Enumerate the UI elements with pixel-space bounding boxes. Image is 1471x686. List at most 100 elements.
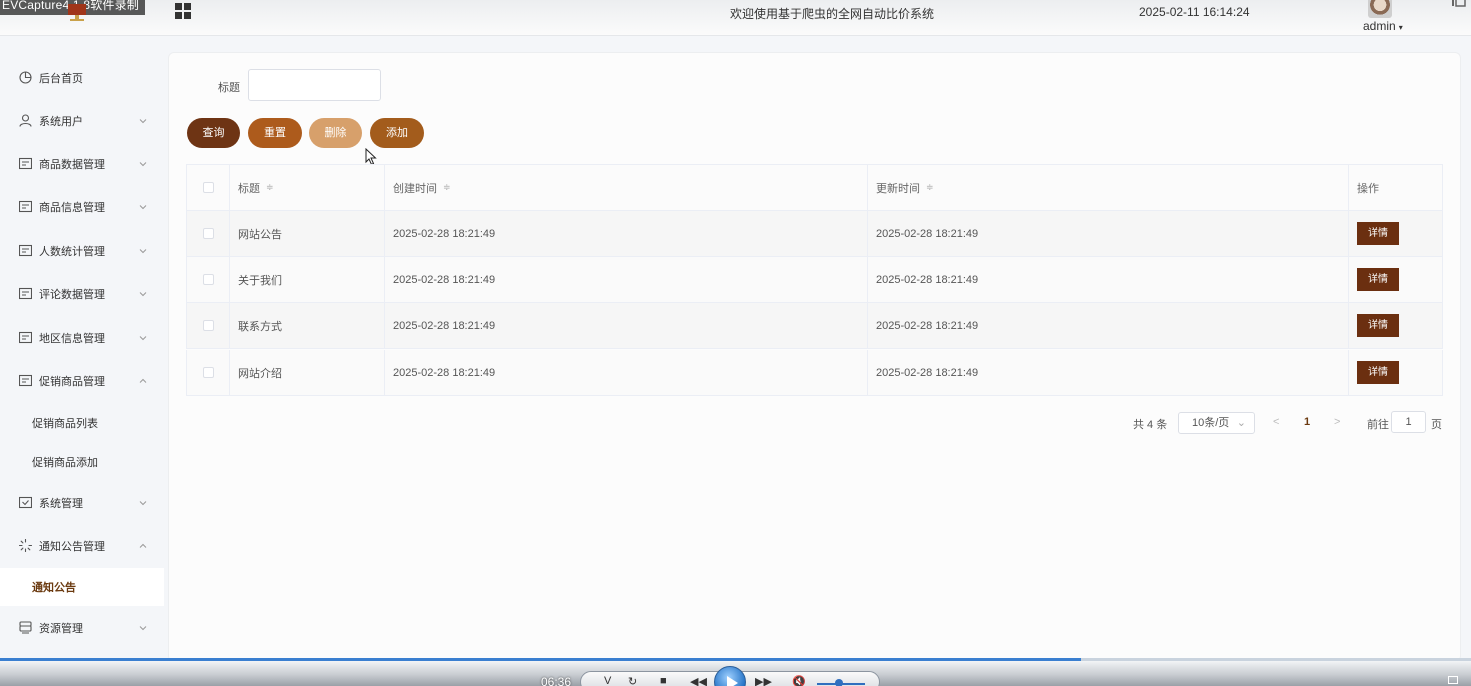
sidebar-subitem-label: 促销商品列表 bbox=[32, 418, 98, 430]
reset-button[interactable]: 重置 bbox=[248, 118, 302, 148]
current-datetime: 2025-02-11 16:14:24 bbox=[1139, 5, 1250, 19]
sidebar-item-system-users[interactable]: 系统用户 bbox=[0, 101, 164, 141]
stop-icon[interactable]: ■ bbox=[660, 675, 667, 686]
pagination-total: 共 4 条 bbox=[1133, 419, 1168, 431]
chevron-down-icon bbox=[139, 205, 147, 210]
next-page-button[interactable]: > bbox=[1334, 416, 1340, 428]
chevron-down-icon bbox=[139, 336, 147, 341]
list-icon bbox=[19, 244, 32, 257]
row-checkbox[interactable] bbox=[202, 320, 214, 331]
title-cell: 网站公告 bbox=[230, 211, 385, 256]
select-cell bbox=[186, 211, 230, 256]
search-label: 标题 bbox=[218, 82, 240, 94]
title-cell: 关于我们 bbox=[230, 257, 385, 302]
sidebar-item-label: 系统用户 bbox=[39, 116, 83, 128]
header-updated-cell[interactable]: 更新时间 ≑ bbox=[868, 165, 1349, 210]
select-all-checkbox[interactable] bbox=[202, 182, 214, 193]
column-header-label: 标题 bbox=[238, 182, 260, 195]
sidebar-item-label: 地区信息管理 bbox=[39, 333, 105, 345]
sidebar-item-notice-management[interactable]: 通知公告管理 bbox=[0, 526, 164, 566]
mute-icon[interactable]: 🔇 bbox=[792, 675, 806, 686]
list-icon bbox=[19, 331, 32, 344]
sidebar-item-product-data[interactable]: 商品数据管理 bbox=[0, 144, 164, 184]
sidebar-item-label: 促销商品管理 bbox=[39, 376, 105, 388]
menu-toggle-icon[interactable] bbox=[175, 3, 191, 19]
header-action-cell: 操作 bbox=[1349, 165, 1443, 210]
fullscreen-icon[interactable] bbox=[1448, 676, 1458, 684]
action-cell: 详情 bbox=[1349, 257, 1443, 302]
sidebar-item-label: 通知公告管理 bbox=[39, 541, 105, 553]
avatar[interactable] bbox=[1368, 0, 1392, 18]
table-row: 网站公告 2025-02-28 18:21:49 2025-02-28 18:2… bbox=[186, 211, 1443, 257]
chevron-down-icon bbox=[139, 626, 147, 631]
volume-knob[interactable] bbox=[834, 679, 843, 686]
sidebar-subitem-promo-list[interactable]: 促销商品列表 bbox=[0, 404, 164, 442]
sidebar-item-headcount-stats[interactable]: 人数统计管理 bbox=[0, 231, 164, 271]
updated-cell: 2025-02-28 18:21:49 bbox=[868, 257, 1349, 302]
row-checkbox[interactable] bbox=[202, 228, 214, 239]
sidebar-item-label: 系统管理 bbox=[39, 498, 83, 510]
chevron-down-icon bbox=[139, 119, 147, 124]
sidebar-item-promo-products[interactable]: 促销商品管理 bbox=[0, 361, 164, 401]
list-icon bbox=[19, 157, 32, 170]
row-checkbox[interactable] bbox=[202, 274, 214, 285]
sidebar-item-region-info[interactable]: 地区信息管理 bbox=[0, 318, 164, 358]
sidebar-item-system-management[interactable]: 系统管理 bbox=[0, 483, 164, 523]
sidebar-item-dashboard[interactable]: 后台首页 bbox=[0, 58, 164, 98]
created-cell: 2025-02-28 18:21:49 bbox=[385, 350, 868, 395]
window-control-icon[interactable] bbox=[1452, 0, 1466, 8]
check-box-icon bbox=[19, 496, 32, 509]
sort-icon[interactable]: ≑ bbox=[926, 183, 934, 192]
sidebar-subitem-promo-add[interactable]: 促销商品添加 bbox=[0, 443, 164, 481]
sidebar-item-product-info[interactable]: 商品信息管理 bbox=[0, 187, 164, 227]
title-search-input[interactable] bbox=[248, 69, 381, 101]
row-checkbox[interactable] bbox=[202, 367, 214, 378]
updated-cell: 2025-02-28 18:21:49 bbox=[868, 350, 1349, 395]
sort-icon[interactable]: ≑ bbox=[443, 183, 451, 192]
sidebar-subitem-label: 促销商品添加 bbox=[32, 457, 98, 469]
sidebar-item-label: 资源管理 bbox=[39, 623, 83, 635]
chevron-down-icon bbox=[139, 249, 147, 254]
sidebar-subitem-notice[interactable]: 通知公告 bbox=[0, 568, 164, 606]
chevron-up-icon bbox=[139, 543, 147, 548]
action-cell: 详情 bbox=[1349, 211, 1443, 256]
delete-button[interactable]: 删除 bbox=[309, 118, 362, 148]
column-header-label: 操作 bbox=[1357, 182, 1379, 195]
speed-icon[interactable]: V bbox=[604, 675, 611, 686]
header-created-cell[interactable]: 创建时间 ≑ bbox=[385, 165, 868, 210]
table-row: 关于我们 2025-02-28 18:21:49 2025-02-28 18:2… bbox=[186, 257, 1443, 303]
sidebar: 后台首页 系统用户 商品数据管理 商品信息管理 人数统计管理 评论数据管理 地区… bbox=[0, 36, 164, 658]
detail-button[interactable]: 详情 bbox=[1357, 361, 1399, 384]
page-size-value: 10条/页 bbox=[1192, 417, 1230, 429]
chevron-down-icon: ⌄ bbox=[1236, 417, 1246, 429]
welcome-text: 欢迎使用基于爬虫的全网自动比价系统 bbox=[730, 7, 935, 21]
title-cell: 联系方式 bbox=[230, 303, 385, 348]
page-size-select[interactable]: 10条/页 ⌄ bbox=[1178, 412, 1255, 434]
detail-button[interactable]: 详情 bbox=[1357, 268, 1399, 291]
chevron-down-icon: ▾ bbox=[1398, 23, 1403, 32]
loading-icon bbox=[19, 539, 32, 552]
dashboard-icon bbox=[19, 71, 32, 84]
user-menu[interactable]: admin ▾ bbox=[1363, 19, 1403, 33]
chevron-down-icon bbox=[139, 501, 147, 506]
goto-page-input[interactable] bbox=[1391, 411, 1426, 433]
play-icon[interactable] bbox=[714, 666, 746, 686]
query-button[interactable]: 查询 bbox=[187, 118, 240, 148]
fast-forward-icon[interactable]: ▶▶ bbox=[755, 675, 772, 686]
detail-button[interactable]: 详情 bbox=[1357, 222, 1399, 245]
rewind-icon[interactable]: ◀◀ bbox=[690, 675, 707, 686]
sidebar-item-resource-management[interactable]: 资源管理 bbox=[0, 608, 164, 648]
page-number-current[interactable]: 1 bbox=[1304, 416, 1310, 428]
sort-icon[interactable]: ≑ bbox=[266, 183, 274, 192]
prev-page-button[interactable]: < bbox=[1273, 416, 1279, 428]
list-icon bbox=[19, 287, 32, 300]
sidebar-item-comment-data[interactable]: 评论数据管理 bbox=[0, 274, 164, 314]
add-button[interactable]: 添加 bbox=[370, 118, 424, 148]
detail-button[interactable]: 详情 bbox=[1357, 314, 1399, 337]
title-cell: 网站介绍 bbox=[230, 350, 385, 395]
repeat-icon[interactable]: ↻ bbox=[628, 675, 637, 686]
sidebar-item-label: 人数统计管理 bbox=[39, 246, 105, 258]
list-icon bbox=[19, 200, 32, 213]
select-cell bbox=[186, 303, 230, 348]
header-title-cell[interactable]: 标题 ≑ bbox=[230, 165, 385, 210]
